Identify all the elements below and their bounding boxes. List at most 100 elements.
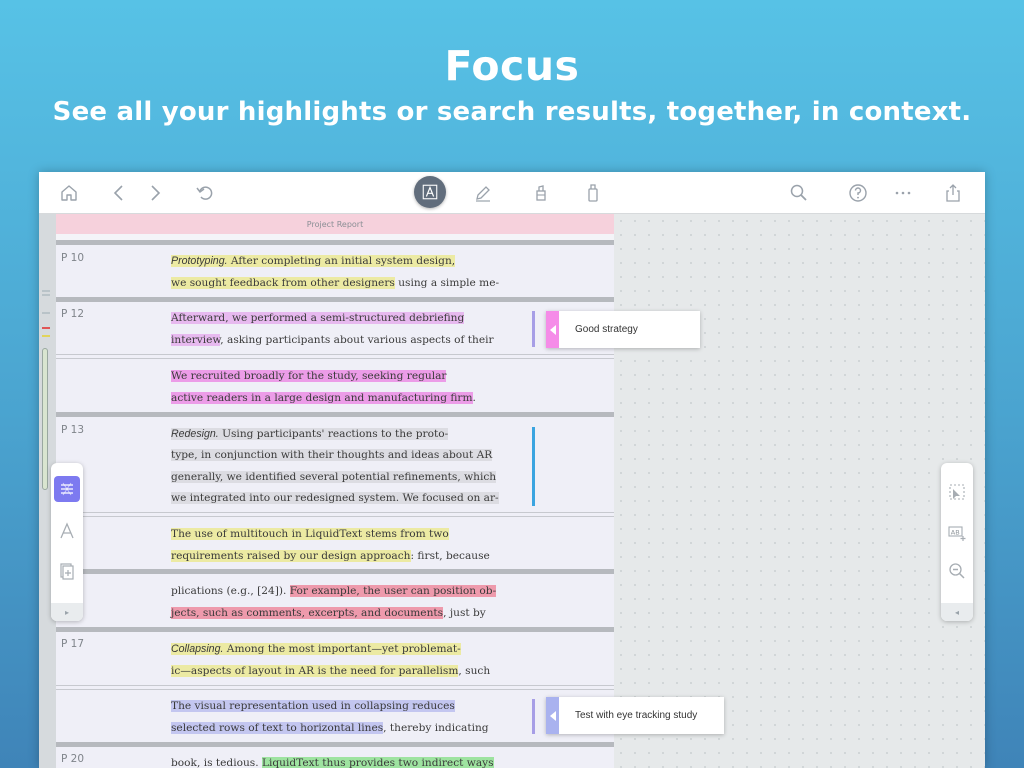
highlighted-text: Collapsing. <box>171 643 224 655</box>
highlighted-text: The visual representation used in collap… <box>171 700 455 712</box>
highlighted-text: The use of multitouch in LiquidText stem… <box>171 528 449 540</box>
excerpt-list-icon[interactable] <box>54 476 80 502</box>
forward-arrow-icon[interactable] <box>142 180 168 206</box>
excerpt-line[interactable]: The use of multitouch in LiquidText stem… <box>171 526 504 543</box>
excerpt-line[interactable]: selected rows of text to horizontal line… <box>171 720 504 737</box>
pen-icon[interactable] <box>470 180 496 206</box>
highlighted-text: active readers in a large design and man… <box>171 392 473 404</box>
comment-marker[interactable] <box>532 699 535 734</box>
gutter-tick <box>42 312 50 314</box>
excerpt-line[interactable]: generally, we identified several potenti… <box>171 469 504 486</box>
text-run: : first, because <box>410 550 490 562</box>
excerpt-line[interactable]: book, is tedious. LiquidText thus provid… <box>171 755 504 768</box>
note-text: Good strategy <box>575 324 638 335</box>
gutter-tick <box>42 290 50 292</box>
text-run: book, is tedious. <box>171 757 262 768</box>
excerpt-line[interactable]: We recruited broadly for the study, seek… <box>171 368 504 385</box>
selection-pointer-icon[interactable] <box>944 479 970 505</box>
highlighted-text: Prototyping. <box>171 255 228 267</box>
text-run: using a simple me- <box>394 277 500 289</box>
ab-add-icon[interactable]: AB <box>944 519 970 545</box>
comment-marker[interactable] <box>532 427 535 506</box>
text-run: , thereby indicating <box>383 722 489 734</box>
highlighted-text: After completing an initial system desig… <box>227 255 456 267</box>
workspace-canvas[interactable] <box>614 214 985 768</box>
comment-note[interactable]: Good strategy <box>546 311 700 348</box>
gutter-tick <box>42 327 50 329</box>
panel-collapse-button[interactable]: ◂ <box>941 603 973 621</box>
svg-text:AB: AB <box>951 528 960 536</box>
text-run: , just by <box>443 607 486 619</box>
page-label: P 17 <box>61 638 85 650</box>
highlighted-text: We recruited broadly for the study, seek… <box>171 370 447 382</box>
highlighted-text: jects, such as comments, excerpts, and d… <box>171 607 444 619</box>
excerpt-line[interactable]: plications (e.g., [24]). For example, th… <box>171 583 504 600</box>
excerpt-line[interactable]: requirements raised by our design approa… <box>171 548 504 565</box>
highlighter-icon[interactable] <box>528 180 554 206</box>
highlighted-text: type, in conjunction with their thoughts… <box>171 449 493 461</box>
more-icon[interactable] <box>890 180 916 206</box>
toolbar <box>39 172 985 214</box>
document-title: Project Report <box>306 219 364 229</box>
excerpt-line[interactable]: Redesign. Using participants' reactions … <box>171 426 504 443</box>
hero-title: Focus <box>444 42 580 90</box>
comment-note[interactable]: Test with eye tracking study <box>546 697 724 734</box>
eraser-icon[interactable] <box>580 180 606 206</box>
text-run: , such <box>458 665 491 677</box>
highlighted-text: requirements raised by our design approa… <box>171 550 411 562</box>
highlighted-text: Among the most important—yet problemat- <box>223 643 461 655</box>
page-label: P 12 <box>61 308 85 320</box>
page-label: P 20 <box>61 753 85 765</box>
excerpt-line[interactable]: we integrated into our redesigned system… <box>171 490 504 507</box>
excerpt-line[interactable]: Prototyping. After completing an initial… <box>171 253 504 270</box>
app-window: Project Report P 10 Prototyping. After c… <box>39 172 985 768</box>
back-arrow-icon[interactable] <box>106 180 132 206</box>
excerpt-line[interactable]: The visual representation used in collap… <box>171 698 504 715</box>
excerpt-line[interactable]: type, in conjunction with their thoughts… <box>171 447 504 464</box>
highlighted-text: Afterward, we performed a semi-structure… <box>171 312 465 324</box>
add-page-icon[interactable] <box>54 558 80 584</box>
hero-subtitle: See all your highlights or search result… <box>52 97 972 127</box>
highlighted-text: interview <box>171 334 221 346</box>
zoom-out-icon[interactable] <box>944 558 970 584</box>
text-run: plications (e.g., [24]). <box>171 585 290 597</box>
document-header[interactable]: Project Report <box>56 214 614 234</box>
excerpt-line[interactable]: we sought feedback from other designers … <box>171 275 504 292</box>
highlighted-text: ic—aspects of layout in AR is the need f… <box>171 665 459 677</box>
note-tab[interactable] <box>546 311 559 348</box>
comment-marker[interactable] <box>532 311 535 347</box>
gutter-tick <box>42 294 50 296</box>
note-text: Test with eye tracking study <box>575 710 698 721</box>
excerpt-line[interactable]: Afterward, we performed a semi-structure… <box>171 310 504 327</box>
excerpt-line[interactable]: active readers in a large design and man… <box>171 390 504 407</box>
text-select-icon[interactable] <box>414 176 446 208</box>
left-tool-panel: ▸ <box>51 463 83 621</box>
note-tab[interactable] <box>546 697 559 734</box>
text-run: . <box>472 392 476 404</box>
excerpt-line[interactable]: ic—aspects of layout in AR is the need f… <box>171 663 504 680</box>
highlighted-text: generally, we identified several potenti… <box>171 471 497 483</box>
page-label: P 10 <box>61 252 85 264</box>
text-run: , asking participants about various aspe… <box>220 334 494 346</box>
highlighted-text: we integrated into our redesigned system… <box>171 492 499 504</box>
excerpt-line[interactable]: jects, such as comments, excerpts, and d… <box>171 605 504 622</box>
page-label: P 13 <box>61 424 85 436</box>
right-tool-panel: AB ◂ <box>941 463 973 621</box>
document-column: Project Report P 10 Prototyping. After c… <box>56 214 614 768</box>
home-icon[interactable] <box>56 180 82 206</box>
excerpt-line[interactable]: interview, asking participants about var… <box>171 332 504 349</box>
highlighted-text: we sought feedback from other designers <box>171 277 395 289</box>
panel-collapse-button[interactable]: ▸ <box>51 603 83 621</box>
highlighted-text: selected rows of text to horizontal line… <box>171 722 384 734</box>
share-icon[interactable] <box>940 180 966 206</box>
highlighted-text: Redesign. <box>171 428 219 440</box>
highlighted-text: Using participants' reactions to the pro… <box>218 428 449 440</box>
gutter-tick <box>42 335 50 337</box>
undo-icon[interactable] <box>192 180 218 206</box>
text-style-icon[interactable] <box>54 518 80 544</box>
search-icon[interactable] <box>786 180 812 206</box>
excerpt-line[interactable]: Collapsing. Among the most important—yet… <box>171 641 504 658</box>
highlighted-text: For example, the user can position ob- <box>289 585 497 597</box>
scroll-slider[interactable] <box>42 348 48 490</box>
help-icon[interactable] <box>845 180 871 206</box>
